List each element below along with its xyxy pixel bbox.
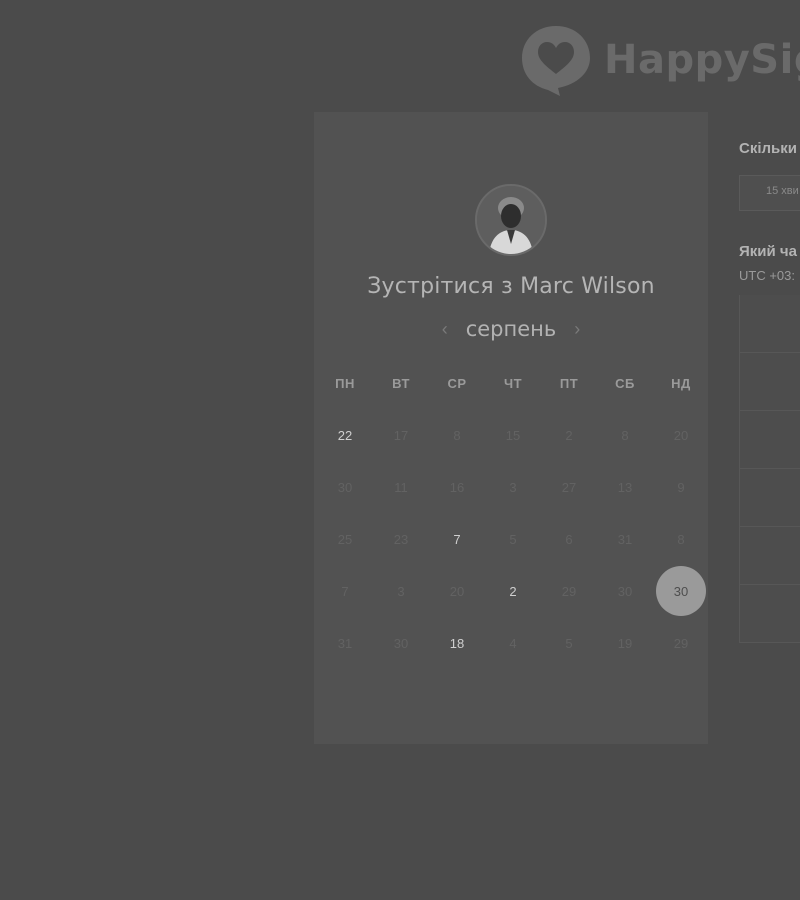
brand-name: HappySig	[604, 37, 800, 83]
calendar-day: 30	[393, 635, 409, 651]
calendar-day[interactable]: 7	[429, 513, 485, 565]
calendar-day: 3	[397, 583, 405, 599]
month-navigation: ‹ серпень ›	[314, 317, 708, 341]
weekday-label: СБ	[615, 376, 635, 391]
weekday-label: ПТ	[559, 376, 579, 391]
calendar-day: 8	[621, 427, 629, 443]
meeting-title: Зустрітися з Marc Wilson	[367, 274, 655, 299]
calendar-day: 8	[677, 531, 685, 547]
time-slot[interactable]	[739, 469, 800, 527]
calendar-day: 9	[677, 479, 685, 495]
time-slot[interactable]	[739, 527, 800, 585]
person-icon	[477, 186, 545, 254]
timezone-label[interactable]: UTC +03:	[739, 268, 800, 283]
selected-day-label: 30	[656, 566, 706, 616]
calendar-day: 16	[449, 479, 465, 495]
time-selection-panel: Скільки 15 хви Який ча UTC +03:	[739, 140, 800, 643]
time-slot[interactable]	[739, 353, 800, 411]
time-slot[interactable]	[739, 585, 800, 643]
chevron-right-icon[interactable]: ›	[574, 319, 580, 340]
month-label: серпень	[465, 317, 557, 341]
time-slot-list	[739, 295, 800, 643]
calendar-day: 23	[393, 531, 409, 547]
calendar-day: 7	[341, 583, 349, 599]
weekday-header: ПН ВТ СР ЧТ ПТ СБ НД	[317, 376, 708, 391]
calendar-day: 8	[453, 427, 461, 443]
time-slot[interactable]	[739, 411, 800, 469]
calendar-day: 3	[509, 479, 517, 495]
calendar-day: 20	[449, 583, 465, 599]
calendar-day: 25	[337, 531, 353, 547]
calendar-grid: 22 17 8 15 2 8 20 30 11 16 3 27 13 9 25 …	[317, 409, 708, 669]
booking-card: Зустрітися з Marc Wilson ‹ серпень › ПН …	[314, 112, 708, 744]
calendar-day: 31	[337, 635, 353, 651]
calendar-day: 5	[565, 635, 573, 651]
heart-chat-icon	[522, 26, 590, 96]
chevron-left-icon[interactable]: ‹	[442, 319, 448, 340]
weekday-label: ВТ	[392, 376, 410, 391]
calendar-day: 19	[617, 635, 633, 651]
calendar-day: 11	[394, 479, 408, 495]
weekday-label: ЧТ	[503, 376, 523, 391]
duration-select[interactable]: 15 хви	[739, 175, 800, 211]
calendar-day: 6	[565, 531, 573, 547]
calendar-day[interactable]: 22	[317, 409, 373, 461]
weekday-label: СР	[447, 376, 467, 391]
calendar-day: 29	[561, 583, 577, 599]
calendar-day: 15	[505, 427, 521, 443]
calendar-day[interactable]: 2	[485, 565, 541, 617]
calendar-day[interactable]: 18	[429, 617, 485, 669]
calendar-day: 30	[617, 583, 633, 599]
calendar-day: 27	[561, 479, 577, 495]
weekday-label: ПН	[335, 376, 355, 391]
brand-logo: HappySig	[520, 22, 800, 98]
calendar-day: 29	[673, 635, 689, 651]
avatar	[475, 184, 547, 256]
calendar-day: 13	[617, 479, 633, 495]
weekday-label: НД	[671, 376, 691, 391]
calendar-day: 30	[337, 479, 353, 495]
calendar-day: 2	[565, 427, 573, 443]
calendar-day: 31	[617, 531, 633, 547]
calendar-day: 4	[509, 635, 517, 651]
calendar-day: 17	[393, 427, 409, 443]
duration-question: Скільки	[739, 140, 797, 157]
time-slot[interactable]	[739, 295, 800, 353]
time-question: Який ча	[739, 243, 797, 260]
calendar-day-selected[interactable]: 30	[653, 565, 709, 617]
calendar-day: 5	[509, 531, 517, 547]
calendar-day: 20	[673, 427, 689, 443]
